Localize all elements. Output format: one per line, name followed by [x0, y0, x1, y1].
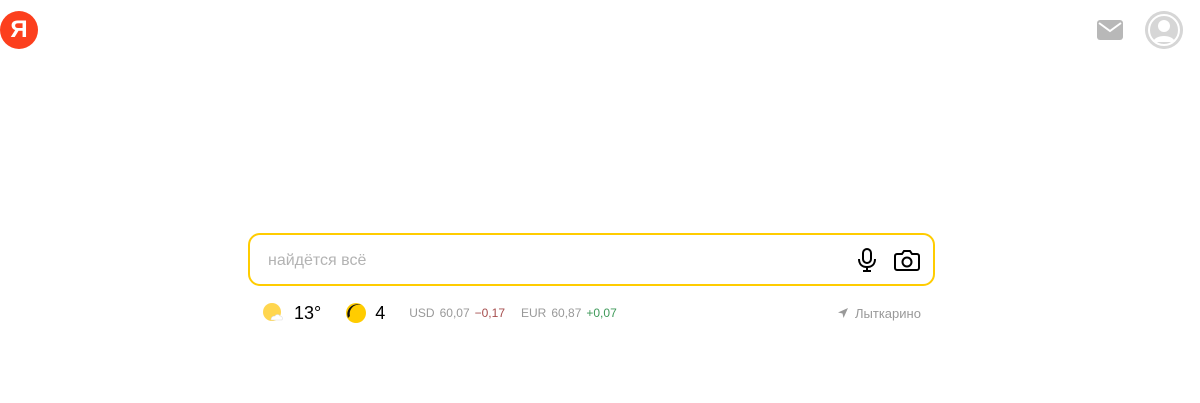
rate-usd[interactable]: USD 60,07 −0,17	[409, 306, 505, 320]
currency-rates: USD 60,07 −0,17 EUR 60,87 +0,07	[409, 306, 617, 320]
currency-code: EUR	[521, 306, 547, 320]
currency-value: 60,87	[551, 306, 582, 320]
info-bar: 13° 4 USD 60,07 −0,17 EUR 60,87 +0,07	[262, 300, 617, 326]
mail-icon[interactable]	[1097, 20, 1123, 40]
user-avatar[interactable]	[1145, 11, 1183, 49]
currency-code: USD	[409, 306, 435, 320]
rate-eur[interactable]: EUR 60,87 +0,07	[521, 306, 617, 320]
camera-search-icon[interactable]	[893, 247, 921, 273]
yandex-logo[interactable]: Я	[0, 11, 38, 49]
currency-change: +0,07	[586, 306, 617, 320]
currency-value: 60,07	[439, 306, 470, 320]
currency-change: −0,17	[474, 306, 505, 320]
logo-letter: Я	[10, 16, 28, 43]
temperature: 13°	[294, 302, 322, 323]
traffic-widget[interactable]: 4	[345, 302, 385, 324]
microphone-icon[interactable]	[854, 247, 880, 273]
search-box	[248, 233, 935, 286]
region-name: Лыткарино	[855, 305, 921, 321]
search-input[interactable]	[266, 235, 840, 286]
weather-sun-cloud-icon	[262, 302, 284, 324]
weather-widget[interactable]: 13°	[262, 302, 321, 324]
location-arrow-icon	[838, 308, 848, 318]
traffic-level: 4	[375, 302, 386, 323]
traffic-level-icon	[345, 302, 367, 324]
region-selector[interactable]: Лыткарино	[838, 305, 921, 321]
